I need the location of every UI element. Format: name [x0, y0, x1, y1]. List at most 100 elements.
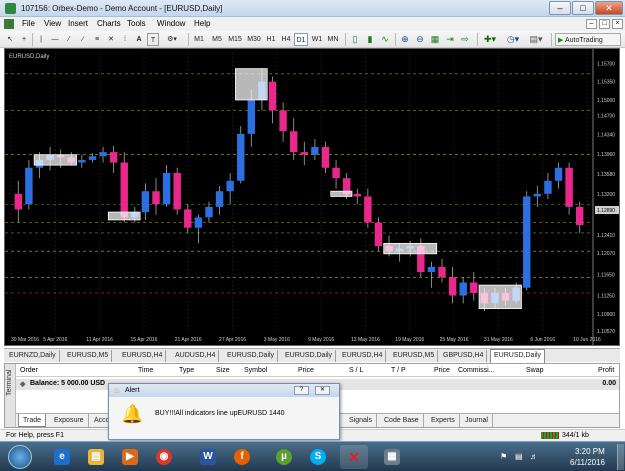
tab-code-base[interactable]: Code Base	[380, 414, 424, 427]
horizontal-line-icon[interactable]: —	[49, 33, 61, 46]
autotrading-button[interactable]: ▶ AutoTrading	[555, 33, 621, 46]
col-tp[interactable]: T / P	[391, 367, 406, 374]
start-button[interactable]	[8, 445, 32, 469]
cycle-lines-icon[interactable]: ⁞	[119, 33, 131, 46]
timeframe-h1[interactable]: H1	[264, 33, 278, 46]
chart-tab-eurusd-daily-active[interactable]: EURUSD,Daily	[490, 349, 546, 363]
col-type[interactable]: Type	[179, 367, 194, 374]
trendline-icon[interactable]: ⁄	[63, 33, 75, 46]
chart-tab-gbpusd-h4[interactable]: GBPUSD,H4	[440, 350, 488, 362]
cursor-icon[interactable]: ↖	[4, 33, 16, 46]
timeframe-mn[interactable]: MN	[325, 33, 341, 46]
timeframe-w1[interactable]: W1	[310, 33, 324, 46]
line-chart-icon[interactable]: ∿	[378, 33, 392, 46]
chart-tab-eurusd-h4-2[interactable]: EURUSD,H4	[339, 350, 387, 362]
show-desktop-button[interactable]	[617, 444, 624, 470]
taskbar-ie[interactable]: e	[48, 445, 76, 469]
tile-windows-icon[interactable]: ▦	[428, 33, 442, 46]
arrows-dropdown-icon[interactable]: ⚙▾	[163, 33, 181, 46]
alert-titlebar[interactable]: ♨ Alert ? ✕	[109, 384, 339, 397]
col-time[interactable]: Time	[138, 367, 153, 374]
indicators-icon[interactable]: ✚▾	[480, 33, 500, 46]
timeframe-m15[interactable]: M15	[226, 33, 244, 46]
tab-experts[interactable]: Experts	[427, 414, 460, 427]
col-swap[interactable]: Swap	[526, 367, 544, 374]
taskbar-metatrader[interactable]: ▦	[378, 445, 406, 469]
col-price-current[interactable]: Price	[434, 367, 450, 374]
mdi-restore-button[interactable]: □	[599, 19, 610, 29]
zoom-out-icon[interactable]: ⊖	[413, 33, 427, 46]
taskbar-word[interactable]: W	[194, 445, 222, 469]
col-commission[interactable]: Commissi...	[458, 367, 495, 374]
tab-exposure[interactable]: Exposure	[50, 414, 89, 427]
autoscroll-icon[interactable]: ⇨	[458, 33, 472, 46]
chart-window-icon[interactable]	[4, 19, 14, 29]
channel-icon[interactable]: ∕	[77, 33, 89, 46]
chart-tab-eurnzd-daily[interactable]: EURNZD,Daily	[6, 350, 60, 362]
chart-tab-eurusd-m5[interactable]: EURUSD,M5	[64, 350, 113, 362]
chart-shift-icon[interactable]: ⇥	[443, 33, 457, 46]
templates-icon[interactable]: ▤▾	[526, 33, 546, 46]
crosshair-icon[interactable]: +	[18, 33, 30, 46]
connection-bars-icon[interactable]	[541, 432, 559, 439]
menu-file[interactable]: File	[22, 19, 35, 28]
col-symbol[interactable]: Symbol	[244, 367, 267, 374]
tray-time[interactable]: 3:20 PM	[575, 447, 605, 456]
window-titlebar[interactable]: 107156: Orbex-Demo - Demo Account - [EUR…	[0, 0, 625, 17]
timeframe-m1[interactable]: M1	[191, 33, 207, 46]
timeframe-m30[interactable]: M30	[245, 33, 263, 46]
maximize-button[interactable]: □	[572, 1, 594, 15]
taskbar-skype[interactable]: S	[304, 445, 332, 469]
fibonacci-icon[interactable]: ≡	[91, 33, 103, 46]
taskbar-chrome[interactable]: ◉	[150, 445, 178, 469]
timeframe-m5[interactable]: M5	[209, 33, 225, 46]
menu-view[interactable]: View	[44, 19, 61, 28]
vertical-line-icon[interactable]: |	[35, 33, 47, 46]
col-sl[interactable]: S / L	[349, 367, 363, 374]
tab-signals[interactable]: Signals	[345, 414, 377, 427]
menu-help[interactable]: Help	[194, 19, 210, 28]
zoom-in-icon[interactable]: ⊕	[398, 33, 412, 46]
taskbar-firefox[interactable]: f	[228, 445, 256, 469]
gann-icon[interactable]: ✕	[105, 33, 117, 46]
chart-tab-eurusd-daily-2[interactable]: EURUSD,Daily	[282, 350, 337, 362]
periods-icon[interactable]: ◷▾	[503, 33, 523, 46]
menu-insert[interactable]: Insert	[68, 19, 88, 28]
tray-network-icon[interactable]: ▤	[515, 452, 523, 461]
taskbar-utorrent[interactable]: µ	[270, 445, 298, 469]
mdi-minimize-button[interactable]: –	[586, 19, 597, 29]
col-order[interactable]: Order	[20, 367, 38, 374]
tab-trade[interactable]: Trade	[18, 414, 47, 427]
text-tool-icon[interactable]: A	[133, 33, 145, 46]
menu-window[interactable]: Window	[157, 19, 185, 28]
chart-tab-eurusd-h4[interactable]: EURUSD,H4	[119, 350, 167, 362]
timeframe-d1[interactable]: D1	[294, 33, 308, 46]
terminal-sidebar[interactable]: Terminal	[5, 364, 16, 427]
taskbar-close-app[interactable]: ✕	[340, 445, 368, 469]
mdi-close-button[interactable]: ×	[612, 19, 623, 29]
chart-tab-audusd-h4[interactable]: AUDUSD,H4	[172, 350, 220, 362]
menu-charts[interactable]: Charts	[97, 19, 121, 28]
alert-close-button[interactable]: ✕	[315, 386, 330, 395]
bar-chart-icon[interactable]: ▯	[348, 33, 362, 46]
col-price[interactable]: Price	[298, 367, 314, 374]
chart-canvas[interactable]: EURUSD,Daily 1.15700 1.15350 1.15000 1.1470…	[5, 49, 619, 345]
tray-date[interactable]: 6/11/2016	[570, 458, 605, 467]
col-profit[interactable]: Profit	[598, 367, 614, 374]
taskbar-explorer[interactable]: ▤	[82, 445, 110, 469]
minimize-button[interactable]: –	[549, 1, 571, 15]
taskbar-media-player[interactable]: ▶	[116, 445, 144, 469]
close-button[interactable]: ✕	[595, 1, 623, 15]
text-label-icon[interactable]: T	[147, 33, 159, 46]
tray-flag-icon[interactable]: ⚑	[500, 452, 507, 461]
menu-tools[interactable]: Tools	[127, 19, 146, 28]
col-size[interactable]: Size	[216, 367, 230, 374]
chart-tab-eurusd-daily-1[interactable]: EURUSD,Daily	[224, 350, 279, 362]
tray-volume-icon[interactable]: ♬	[530, 452, 538, 461]
chart-tab-eurusd-m5-2[interactable]: EURUSD,M5	[390, 350, 439, 362]
chart-area[interactable]: EURUSD,Daily 1.15700 1.15350 1.15000 1.1470…	[4, 48, 620, 346]
candlestick-icon[interactable]: ▮	[363, 33, 377, 46]
alert-help-button[interactable]: ?	[294, 386, 309, 395]
tab-journal[interactable]: Journal	[461, 414, 493, 427]
timeframe-h4[interactable]: H4	[279, 33, 293, 46]
